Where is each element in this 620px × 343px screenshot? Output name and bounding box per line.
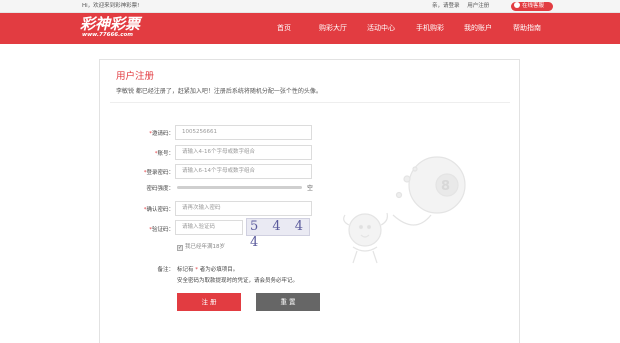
register-button[interactable]: 注 册: [177, 293, 241, 311]
service-label: 在线客服: [522, 3, 545, 9]
confirm-label: *确认密码：: [100, 205, 174, 213]
captcha-input[interactable]: 请输入验证码: [175, 220, 243, 235]
password-label: *登录密码：: [100, 168, 174, 176]
invite-label: *邀请码：: [100, 129, 174, 137]
welcome-text: Hi，欢迎来到彩神彩票!: [82, 3, 140, 9]
online-service-button[interactable]: 在线客服: [511, 2, 553, 11]
checkbox-icon[interactable]: ✓: [177, 245, 183, 251]
nav-item-activity[interactable]: 活动中心: [367, 13, 395, 44]
password-strength-meter: [177, 186, 302, 189]
notes-line-1: 标记有 * 者为必填项目。: [177, 265, 238, 273]
password-input[interactable]: 请输入6-14个字母或数字组合: [175, 164, 312, 179]
password-strength-value: 空: [307, 185, 314, 192]
account-label-text: 账号：: [157, 151, 174, 157]
divider: [110, 102, 510, 103]
confirm-password-input[interactable]: 请再次输入密码: [175, 201, 312, 216]
mascot-illustration: 8: [343, 156, 466, 264]
nav-item-my-account[interactable]: 我的账户: [464, 13, 492, 44]
captcha-label: *验证码：: [100, 225, 174, 233]
logo-text: 彩神彩票: [80, 15, 141, 33]
account-input[interactable]: 请输入4-16个字母或数字组合: [175, 145, 312, 160]
captcha-label-text: 验证码：: [151, 227, 174, 233]
strength-label: 密码强度：: [146, 186, 174, 192]
notes-line-2: 安全密码为取款提现时的凭证，请会员务必牢记。: [177, 278, 299, 284]
top-utility-bar: Hi，欢迎来到彩神彩票! 亲，请登录 用户注册 在线客服: [0, 0, 620, 13]
nav-item-home[interactable]: 首页: [277, 13, 291, 44]
register-panel: 用户注册 李敏锐 都已经注册了，赶紧加入吧！注册后系统将随机分配一张个性的头像。…: [99, 59, 520, 343]
login-link[interactable]: 亲，请登录: [432, 3, 460, 9]
invite-label-text: 邀请码：: [151, 131, 174, 137]
captcha-image[interactable]: 5 4 4 4: [246, 218, 310, 250]
subtitle-username: 李敏锐: [116, 88, 135, 95]
page-subtitle: 李敏锐 都已经注册了，赶紧加入吧！注册后系统将随机分配一张个性的头像。: [116, 86, 322, 95]
password-label-text: 登录密码：: [146, 170, 174, 176]
notes-label: 备注：: [157, 267, 174, 273]
page-title: 用户注册: [116, 71, 155, 82]
main-nav: 彩神彩票 www.77666.com 首页 购彩大厅 活动中心 手机购彩 我的账…: [0, 13, 620, 44]
account-label: *账号：: [100, 149, 174, 157]
site-logo[interactable]: 彩神彩票 www.77666.com: [80, 16, 160, 40]
invite-code-field[interactable]: 1005256661: [175, 125, 312, 140]
svg-text:8: 8: [441, 179, 450, 194]
logo-url: www.77666.com: [82, 32, 133, 38]
age-confirm-label: 我已经年满18岁: [185, 244, 225, 250]
phone-icon: [514, 2, 520, 8]
notes-line-1-suffix: 者为必填项目。: [198, 267, 239, 273]
age-confirm[interactable]: ✓ 我已经年满18岁: [177, 242, 225, 251]
reset-button[interactable]: 重 置: [256, 293, 320, 311]
account-links: 亲，请登录 用户注册: [432, 0, 495, 13]
notes-line-1-prefix: 标记有: [177, 267, 196, 273]
subtitle-text: 都已经注册了，赶紧加入吧！注册后系统将随机分配一张个性的头像。: [134, 88, 322, 95]
nav-item-lottery-hall[interactable]: 购彩大厅: [319, 13, 347, 44]
register-link[interactable]: 用户注册: [467, 3, 489, 9]
nav-item-help[interactable]: 帮助指南: [513, 13, 541, 44]
confirm-label-text: 确认密码：: [146, 207, 174, 213]
nav-item-mobile[interactable]: 手机购彩: [416, 13, 444, 44]
